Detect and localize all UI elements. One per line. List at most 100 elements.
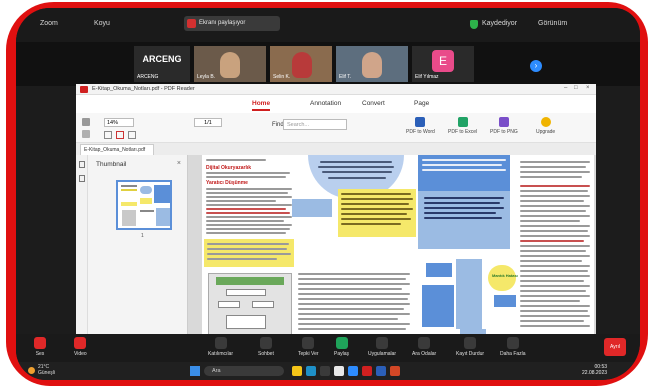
audio-button[interactable]: Ses <box>34 337 46 357</box>
map-node <box>494 295 516 307</box>
page-number-input[interactable]: 1/1 <box>194 118 222 127</box>
more-dots-icon <box>506 337 519 349</box>
excel-icon <box>457 117 468 127</box>
apps-icon <box>376 337 389 349</box>
pdf-app-icon <box>80 86 88 93</box>
share-screen-icon <box>335 337 348 349</box>
tab-convert[interactable]: Convert <box>362 100 385 107</box>
pdf-to-png-button[interactable]: PDF to PNG <box>490 117 518 135</box>
more-button[interactable]: Daha Fazla <box>500 337 526 357</box>
leave-button[interactable]: Ayrıl <box>604 338 626 356</box>
zoom-app-label: Zoom <box>40 20 58 27</box>
breakout-rooms-button[interactable]: Ara Odalar <box>412 337 436 357</box>
participant-tile[interactable]: Elif T. <box>336 46 408 82</box>
pdf-to-excel-button[interactable]: PDF to Excel <box>448 117 477 135</box>
upgrade-button[interactable]: Upgrade <box>536 117 555 135</box>
edge-icon[interactable] <box>306 366 316 376</box>
share-icon <box>187 19 196 28</box>
file-explorer-icon[interactable] <box>292 366 302 376</box>
word-icon <box>415 117 426 127</box>
participant-big-name: ARCENG <box>142 54 182 64</box>
concept-box <box>418 191 510 249</box>
left-tool-rail <box>76 155 88 338</box>
pdf-reader-icon[interactable] <box>362 366 372 376</box>
participant-video <box>292 52 312 78</box>
sharing-indicator[interactable]: Ekranı paylaşıyor <box>184 16 280 31</box>
fit-page-icon[interactable] <box>104 131 112 139</box>
concept-box <box>292 199 332 217</box>
participant-tile[interactable]: Selin K. <box>270 46 332 82</box>
upgrade-icon <box>540 117 551 127</box>
photo-frame: Zoom Koyu Ekranı paylaşıyor Kaydediyor G… <box>0 0 652 389</box>
maximize-icon[interactable]: □ <box>574 85 578 91</box>
close-panel-icon[interactable]: × <box>177 160 181 167</box>
window-title: E-Kitap_Okuma_Notları.pdf - PDF Reader <box>92 86 195 92</box>
image-icon <box>498 117 509 127</box>
mic-muted-icon <box>34 337 46 349</box>
zoom-top-bar: Zoom Koyu Ekranı paylaşıyor Kaydediyor G… <box>16 8 640 42</box>
taskbar-search[interactable]: Ara <box>204 366 284 376</box>
heading-text: Yaratıcı Düşünme <box>206 180 248 186</box>
windows-start-icon[interactable] <box>190 366 200 376</box>
thumbnail-panel-icon[interactable] <box>79 161 85 168</box>
pdf-to-word-button[interactable]: PDF to Word <box>406 117 435 135</box>
find-label: Find <box>272 122 284 128</box>
chat-icon <box>259 337 272 349</box>
share-button[interactable]: Paylaş <box>334 337 349 357</box>
tab-home[interactable]: Home <box>252 100 271 111</box>
document-viewport: Dijital Okuryazarlık Yaratıcı Düşünme Ma… <box>188 155 596 338</box>
map-node <box>488 265 516 291</box>
map-node-label: Mantık Hatası <box>492 273 518 278</box>
thumbnail-panel: Thumbnail × 1 <box>88 155 188 338</box>
next-participants-icon[interactable]: › <box>530 60 542 72</box>
participant-tile[interactable]: E Elif Yılmaz <box>412 46 474 82</box>
participant-tile[interactable]: Leyla B. <box>194 46 266 82</box>
stop-recording-button[interactable]: Kayıt Durdur <box>456 337 484 357</box>
map-node <box>426 263 452 277</box>
react-button[interactable]: Tepki Ver <box>298 337 319 357</box>
participant-name: Elif T. <box>339 74 352 80</box>
recording-label: Kaydediyor <box>482 20 518 27</box>
view-mode-button[interactable]: Görünüm <box>538 20 567 27</box>
powerpoint-icon[interactable] <box>390 366 400 376</box>
close-icon[interactable]: × <box>586 85 590 91</box>
document-tab-bar: E-Kitap_Okuma_Notları.pdf <box>76 143 596 155</box>
heart-icon <box>302 337 315 349</box>
thumbnail-page-number: 1 <box>141 233 144 239</box>
security-shield-icon[interactable] <box>470 20 478 29</box>
video-button[interactable]: Video <box>74 337 87 357</box>
minimize-icon[interactable]: – <box>564 85 567 91</box>
document-tab[interactable]: E-Kitap_Okuma_Notları.pdf <box>80 144 154 155</box>
weather-sun-icon[interactable] <box>28 367 35 374</box>
apps-button[interactable]: Uygulamalar <box>368 337 396 357</box>
zoom-icon[interactable] <box>348 366 358 376</box>
ribbon-tabs: Home Annotation Convert Page <box>76 95 596 113</box>
participant-video <box>220 52 240 78</box>
window-title-bar: E-Kitap_Okuma_Notları.pdf - PDF Reader –… <box>76 84 596 95</box>
participant-tile[interactable]: ARCENG ARCENG <box>134 46 190 82</box>
taskbar-clock[interactable]: 00:53 22.08.2023 <box>582 364 607 376</box>
chrome-icon[interactable] <box>334 366 344 376</box>
zoom-select[interactable]: 14% <box>104 118 134 127</box>
fit-width-icon[interactable] <box>116 131 124 139</box>
store-icon[interactable] <box>320 366 330 376</box>
view-label[interactable]: Koyu <box>94 20 110 27</box>
participant-name: Leyla B. <box>197 74 216 80</box>
rotate-icon[interactable] <box>128 131 136 139</box>
tab-page[interactable]: Page <box>414 100 429 107</box>
chat-button[interactable]: Sohbet <box>258 337 274 357</box>
camera-off-icon <box>74 337 87 349</box>
word-app-icon[interactable] <box>376 366 386 376</box>
bookmark-panel-icon[interactable] <box>79 175 85 182</box>
participant-strip: ARCENG ARCENG Leyla B. Selin K. Elif T. … <box>16 42 640 86</box>
participants-button[interactable]: Katılımcılar <box>208 337 233 357</box>
hand-tool-icon[interactable] <box>82 118 90 126</box>
windows-taskbar: 21°C Güneşli Ara 00:53 22.08.2023 <box>16 362 640 380</box>
thumbnail-panel-title: Thumbnail <box>96 161 127 168</box>
weather-widget[interactable]: 21°C Güneşli <box>38 364 55 376</box>
tab-annotation[interactable]: Annotation <box>310 100 341 107</box>
page-thumbnail[interactable] <box>116 180 172 230</box>
search-input[interactable]: Search... <box>283 119 347 130</box>
participant-name: Selin K. <box>273 74 291 80</box>
select-tool-icon[interactable] <box>82 130 90 138</box>
